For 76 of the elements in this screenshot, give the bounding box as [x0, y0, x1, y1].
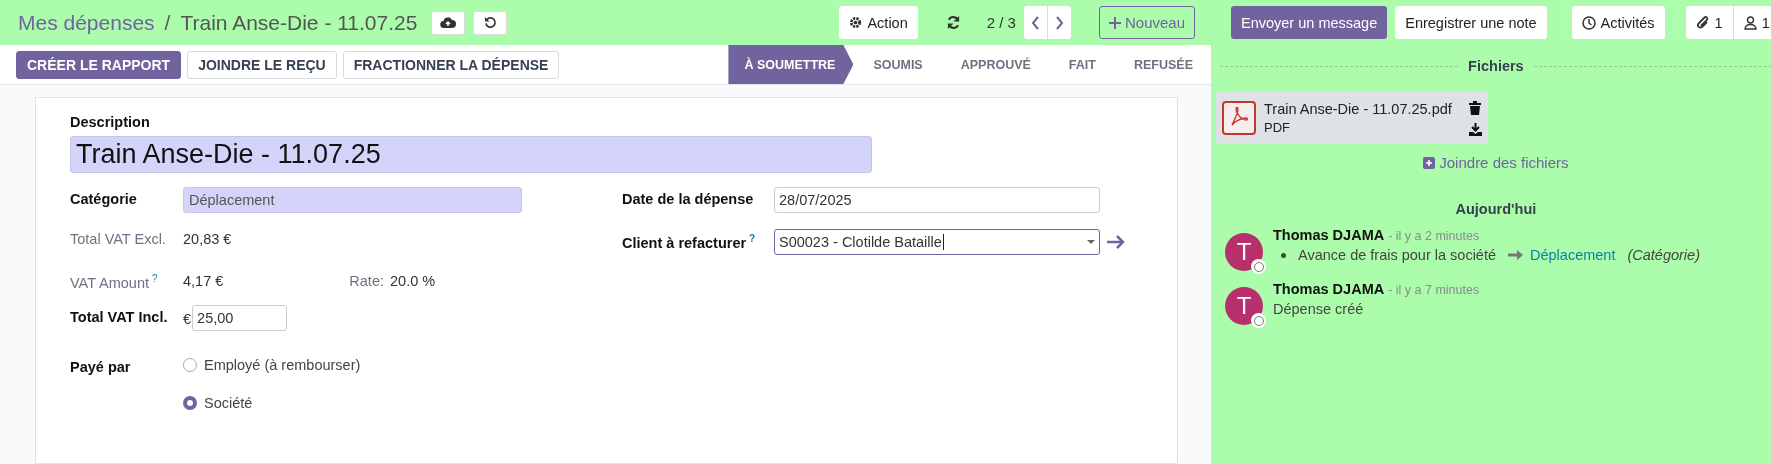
action-button[interactable]: FRACTIONNER LA DÉPENSE [342, 50, 560, 79]
radio-button[interactable] [183, 396, 197, 410]
field-label: Catégorie [70, 191, 137, 207]
field-label: Total VAT Excl. [70, 231, 166, 247]
chevron-left-icon [1030, 15, 1040, 30]
activities-button[interactable]: Activités [1571, 6, 1665, 39]
pager-counter: 2 / 3 [986, 14, 1016, 31]
chevron-right-icon [1054, 15, 1064, 30]
chatter-button[interactable]: Envoyer un message [1231, 6, 1388, 39]
arrow-right-icon [1106, 234, 1126, 250]
attachment-card[interactable]: Train Anse-Die - 11.07.25.pdf PDF [1216, 92, 1488, 144]
arrow-right-icon [1508, 249, 1524, 261]
new-button[interactable]: Nouveau [1098, 6, 1195, 39]
save-button[interactable] [431, 10, 466, 35]
paperclip-icon [1695, 14, 1710, 31]
new-value: Déplacement [1530, 247, 1616, 263]
person-icon [1743, 15, 1757, 30]
next-button[interactable] [1047, 6, 1071, 39]
user-avatar[interactable]: T [1225, 233, 1263, 271]
gear-icon [849, 16, 863, 29]
field-label: Payé par [70, 359, 131, 375]
field-label: VAT Amount $^{?}$ [70, 274, 158, 291]
attachments-button[interactable]: 1 [1685, 6, 1733, 39]
action-button[interactable]: CRÉER LE RAPPORT [16, 50, 182, 79]
message-author: Thomas DJAMA [1273, 281, 1385, 297]
field-value: 4,17 € [183, 272, 224, 289]
plus-square-icon [1423, 156, 1436, 169]
message-time: - il y a 2 minutes [1388, 229, 1480, 243]
action-button[interactable]: Action [839, 6, 918, 39]
presence-icon [1251, 313, 1266, 328]
radio-label: Employé (à rembourser) [204, 357, 361, 373]
clock-icon [1581, 15, 1596, 30]
attachment-name: Train Anse-Die - 11.07.25.pdf [1264, 101, 1453, 117]
pdf-file-icon [1222, 101, 1256, 135]
followers-button[interactable]: 1 [1733, 6, 1771, 39]
message-body: Dépense créé [1273, 301, 1365, 317]
field-label: Description [70, 114, 150, 130]
old-value: Avance de frais pour la société [1298, 247, 1496, 263]
plus-icon [1108, 16, 1121, 29]
record-title: Train Anse-Die - 11.07.25 [180, 10, 418, 35]
field-label: Total VAT Incl. [70, 309, 168, 325]
field-name: (Catégorie) [1627, 247, 1700, 263]
presence-icon [1251, 259, 1266, 274]
category-field[interactable]: Déplacement [183, 187, 522, 213]
attach-files-link[interactable]: Joindre des fichiers [1423, 154, 1569, 171]
user-avatar[interactable]: T [1225, 287, 1263, 325]
chatter-button[interactable]: Enregistrer une note [1395, 6, 1547, 39]
field-value: 20,83 € [183, 230, 232, 247]
description-field[interactable]: Train Anse-Die - 11.07.25 [70, 136, 872, 173]
trash-icon [1469, 100, 1481, 115]
attachment-type: PDF [1264, 120, 1291, 135]
breadcrumb-link[interactable]: Mes dépenses [18, 10, 155, 35]
date-separator: Aujourd'hui [1455, 201, 1537, 217]
radio-button[interactable] [183, 358, 197, 372]
refresh-icon [945, 15, 961, 30]
breadcrumb-separator: / [164, 10, 171, 35]
message-time: - il y a 7 minutes [1388, 283, 1480, 297]
amount-field[interactable]: 25,00 [192, 305, 288, 331]
field-label: Client à refacturer $^{?}$ [622, 234, 756, 251]
cloud-upload-icon [440, 16, 457, 29]
status-step[interactable]: À SOUMETTRE [728, 45, 854, 84]
message-author: Thomas DJAMA [1273, 227, 1385, 243]
section-title: Fichiers [1468, 58, 1524, 74]
previous-button[interactable] [1023, 6, 1048, 39]
currency-symbol: € [183, 310, 192, 327]
action-button[interactable]: JOINDRE LE REÇU [187, 50, 337, 79]
rate-value: 20.0 % [390, 273, 436, 289]
radio-label: Société [204, 395, 253, 411]
bullet-icon [1281, 252, 1286, 258]
field-label: Date de la dépense [622, 191, 754, 207]
discard-button[interactable] [473, 10, 508, 35]
date-field[interactable]: 28/07/2025 [774, 187, 1100, 213]
rate-label: Rate: [349, 273, 384, 289]
customer-select[interactable]: S00023 - Clotilde Bataille [774, 229, 1100, 255]
undo-icon [483, 16, 497, 29]
download-icon [1469, 122, 1482, 136]
